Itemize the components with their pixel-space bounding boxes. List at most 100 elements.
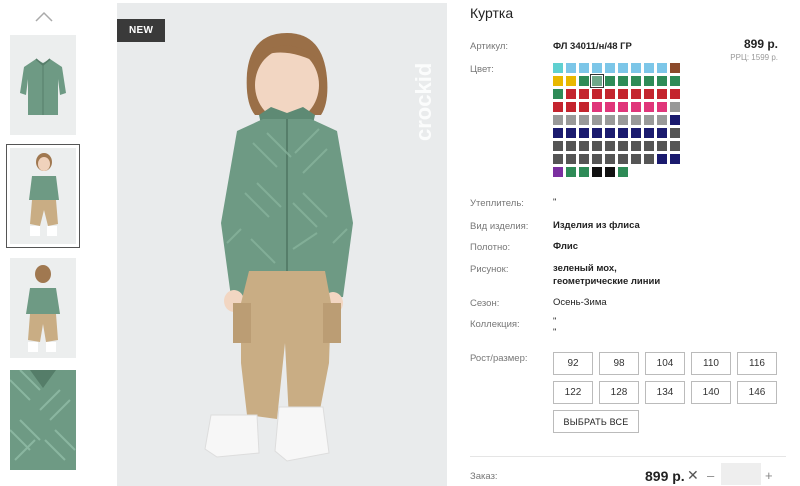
color-swatch[interactable] (566, 76, 576, 86)
color-swatch[interactable] (657, 102, 667, 112)
color-swatch[interactable] (605, 102, 615, 112)
color-swatch[interactable] (566, 63, 576, 73)
color-swatch[interactable] (553, 154, 563, 164)
color-swatch[interactable] (592, 154, 602, 164)
color-swatch[interactable] (553, 141, 563, 151)
color-swatch[interactable] (670, 102, 680, 112)
color-swatch[interactable] (579, 154, 589, 164)
color-swatch[interactable] (618, 63, 628, 73)
color-swatch[interactable] (631, 76, 641, 86)
size-button-134[interactable]: 134 (645, 381, 685, 404)
color-swatch[interactable] (566, 141, 576, 151)
color-swatch[interactable] (618, 89, 628, 99)
color-swatch[interactable] (592, 115, 602, 125)
color-swatch[interactable] (553, 128, 563, 138)
size-button-146[interactable]: 146 (737, 381, 777, 404)
color-swatch[interactable] (631, 115, 641, 125)
quantity-decrement-button[interactable]: – (707, 468, 714, 483)
color-swatch[interactable] (605, 154, 615, 164)
size-button-122[interactable]: 122 (553, 381, 593, 404)
chevron-up-icon[interactable] (33, 8, 55, 24)
color-swatch[interactable] (644, 63, 654, 73)
color-swatch[interactable] (553, 63, 563, 73)
color-swatch[interactable] (657, 89, 667, 99)
color-swatch[interactable] (605, 167, 615, 177)
color-swatch[interactable] (644, 128, 654, 138)
color-swatch[interactable] (605, 89, 615, 99)
color-swatch[interactable] (631, 102, 641, 112)
color-swatch[interactable] (566, 89, 576, 99)
size-button-92[interactable]: 92 (553, 352, 593, 375)
color-swatch[interactable] (605, 76, 615, 86)
color-swatch[interactable] (618, 128, 628, 138)
color-swatch[interactable] (618, 154, 628, 164)
size-button-128[interactable]: 128 (599, 381, 639, 404)
color-swatch[interactable] (579, 89, 589, 99)
thumbnail-2[interactable] (6, 144, 80, 248)
color-swatch[interactable] (566, 115, 576, 125)
color-swatch[interactable] (553, 167, 563, 177)
color-swatch[interactable] (590, 74, 604, 88)
color-swatch[interactable] (670, 154, 680, 164)
color-swatch[interactable] (644, 89, 654, 99)
color-swatch[interactable] (579, 115, 589, 125)
color-swatch[interactable] (592, 102, 602, 112)
color-swatch[interactable] (657, 141, 667, 151)
color-swatch[interactable] (579, 128, 589, 138)
color-swatch[interactable] (566, 102, 576, 112)
thumbnail-4[interactable] (10, 370, 76, 470)
color-swatch[interactable] (605, 63, 615, 73)
color-swatch[interactable] (618, 102, 628, 112)
color-swatch[interactable] (644, 154, 654, 164)
color-swatch[interactable] (657, 63, 667, 73)
thumbnail-1[interactable] (10, 35, 76, 135)
color-swatch[interactable] (670, 63, 680, 73)
size-button-98[interactable]: 98 (599, 352, 639, 375)
size-button-116[interactable]: 116 (737, 352, 777, 375)
color-swatch[interactable] (670, 76, 680, 86)
color-swatch[interactable] (579, 141, 589, 151)
color-swatch[interactable] (670, 128, 680, 138)
color-swatch[interactable] (631, 89, 641, 99)
color-swatch[interactable] (670, 141, 680, 151)
color-swatch[interactable] (644, 102, 654, 112)
color-swatch[interactable] (644, 76, 654, 86)
color-swatch[interactable] (631, 63, 641, 73)
color-swatch[interactable] (657, 128, 667, 138)
color-swatch[interactable] (644, 115, 654, 125)
color-swatch[interactable] (618, 76, 628, 86)
quantity-increment-button[interactable]: + (765, 468, 773, 483)
color-swatch[interactable] (657, 115, 667, 125)
color-swatch[interactable] (631, 128, 641, 138)
color-swatch[interactable] (553, 89, 563, 99)
color-swatch[interactable] (592, 63, 602, 73)
color-swatch[interactable] (579, 76, 589, 86)
color-swatch[interactable] (644, 141, 654, 151)
color-swatch[interactable] (553, 115, 563, 125)
color-swatch[interactable] (579, 167, 589, 177)
color-swatch[interactable] (618, 115, 628, 125)
color-swatch[interactable] (657, 76, 667, 86)
color-swatch[interactable] (618, 141, 628, 151)
color-swatch[interactable] (579, 63, 589, 73)
color-swatch[interactable] (592, 141, 602, 151)
color-swatch[interactable] (592, 167, 602, 177)
size-button-104[interactable]: 104 (645, 352, 685, 375)
color-swatch[interactable] (592, 128, 602, 138)
color-swatch[interactable] (657, 154, 667, 164)
color-swatch[interactable] (605, 141, 615, 151)
color-swatch[interactable] (670, 89, 680, 99)
size-button-110[interactable]: 110 (691, 352, 731, 375)
quantity-input[interactable] (721, 463, 761, 485)
size-button-140[interactable]: 140 (691, 381, 731, 404)
thumbnail-3[interactable] (10, 258, 76, 358)
color-swatch[interactable] (592, 89, 602, 99)
color-swatch[interactable] (605, 115, 615, 125)
color-swatch[interactable] (553, 76, 563, 86)
color-swatch[interactable] (631, 154, 641, 164)
select-all-sizes-button[interactable]: ВЫБРАТЬ ВСЕ (553, 410, 639, 433)
color-swatch[interactable] (605, 128, 615, 138)
remove-order-icon[interactable]: ✕ (687, 467, 699, 484)
color-swatch[interactable] (566, 128, 576, 138)
color-swatch[interactable] (553, 102, 563, 112)
